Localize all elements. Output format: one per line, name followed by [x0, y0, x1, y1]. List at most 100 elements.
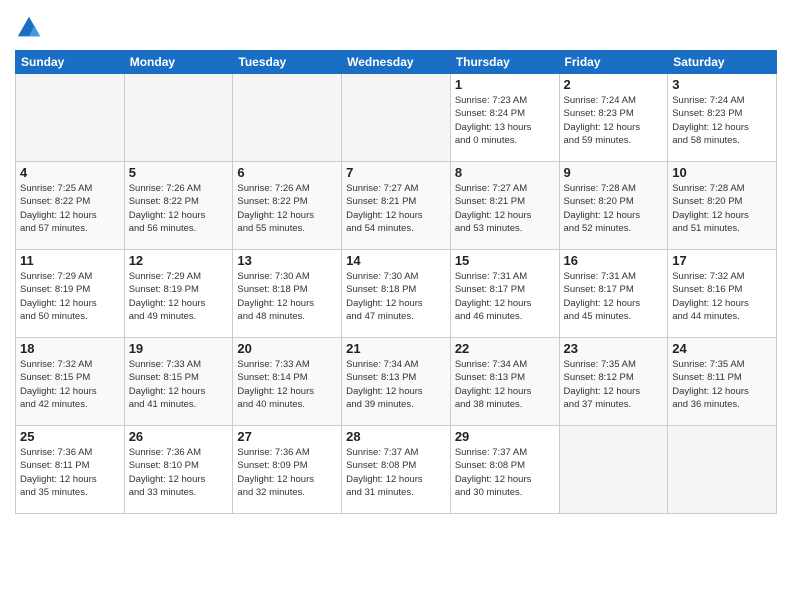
day-number: 5: [129, 165, 229, 180]
day-info: Sunrise: 7:24 AM Sunset: 8:23 PM Dayligh…: [564, 94, 664, 147]
day-info: Sunrise: 7:25 AM Sunset: 8:22 PM Dayligh…: [20, 182, 120, 235]
calendar-cell: 18 Sunrise: 7:32 AM Sunset: 8:15 PM Dayli…: [16, 338, 125, 426]
calendar-cell: 12 Sunrise: 7:29 AM Sunset: 8:19 PM Dayli…: [124, 250, 233, 338]
calendar-cell: 5 Sunrise: 7:26 AM Sunset: 8:22 PM Daylig…: [124, 162, 233, 250]
day-number: 28: [346, 429, 446, 444]
weekday-header: Wednesday: [342, 51, 451, 74]
day-number: 10: [672, 165, 772, 180]
calendar-week-row: 4 Sunrise: 7:25 AM Sunset: 8:22 PM Daylig…: [16, 162, 777, 250]
day-info: Sunrise: 7:26 AM Sunset: 8:22 PM Dayligh…: [237, 182, 337, 235]
day-info: Sunrise: 7:37 AM Sunset: 8:08 PM Dayligh…: [346, 446, 446, 499]
calendar-table: SundayMondayTuesdayWednesdayThursdayFrid…: [15, 50, 777, 514]
calendar-cell: 22 Sunrise: 7:34 AM Sunset: 8:13 PM Dayli…: [450, 338, 559, 426]
day-number: 14: [346, 253, 446, 268]
day-number: 19: [129, 341, 229, 356]
day-info: Sunrise: 7:29 AM Sunset: 8:19 PM Dayligh…: [20, 270, 120, 323]
calendar-cell: 13Sunrise: 7:30 AM Sunset: 8:18 PM Dayli…: [233, 250, 342, 338]
calendar-cell: [233, 74, 342, 162]
calendar-cell: 14Sunrise: 7:30 AM Sunset: 8:18 PM Dayli…: [342, 250, 451, 338]
calendar-week-row: 1 Sunrise: 7:23 AM Sunset: 8:24 PM Daylig…: [16, 74, 777, 162]
weekday-header: Thursday: [450, 51, 559, 74]
day-number: 18: [20, 341, 120, 356]
calendar-cell: 19 Sunrise: 7:33 AM Sunset: 8:15 PM Dayli…: [124, 338, 233, 426]
calendar-cell: 8 Sunrise: 7:27 AM Sunset: 8:21 PM Daylig…: [450, 162, 559, 250]
calendar-cell: [559, 426, 668, 514]
day-info: Sunrise: 7:27 AM Sunset: 8:21 PM Dayligh…: [346, 182, 446, 235]
calendar-cell: 20 Sunrise: 7:33 AM Sunset: 8:14 PM Dayli…: [233, 338, 342, 426]
day-number: 3: [672, 77, 772, 92]
header: [15, 10, 777, 42]
day-number: 27: [237, 429, 337, 444]
day-info: Sunrise: 7:32 AM Sunset: 8:16 PM Dayligh…: [672, 270, 772, 323]
calendar-cell: 7 Sunrise: 7:27 AM Sunset: 8:21 PM Daylig…: [342, 162, 451, 250]
calendar-cell: [124, 74, 233, 162]
day-number: 29: [455, 429, 555, 444]
weekday-header: Monday: [124, 51, 233, 74]
weekday-header: Sunday: [16, 51, 125, 74]
calendar-cell: 24 Sunrise: 7:35 AM Sunset: 8:11 PM Dayli…: [668, 338, 777, 426]
day-info: Sunrise: 7:33 AM Sunset: 8:14 PM Dayligh…: [237, 358, 337, 411]
day-info: Sunrise: 7:36 AM Sunset: 8:10 PM Dayligh…: [129, 446, 229, 499]
day-number: 9: [564, 165, 664, 180]
weekday-header: Friday: [559, 51, 668, 74]
weekday-header-row: SundayMondayTuesdayWednesdayThursdayFrid…: [16, 51, 777, 74]
calendar-cell: 9 Sunrise: 7:28 AM Sunset: 8:20 PM Daylig…: [559, 162, 668, 250]
day-number: 23: [564, 341, 664, 356]
day-info: Sunrise: 7:30 AM Sunset: 8:18 PM Dayligh…: [237, 270, 337, 323]
day-number: 11: [20, 253, 120, 268]
day-info: Sunrise: 7:28 AM Sunset: 8:20 PM Dayligh…: [564, 182, 664, 235]
day-number: 8: [455, 165, 555, 180]
day-number: 2: [564, 77, 664, 92]
day-info: Sunrise: 7:33 AM Sunset: 8:15 PM Dayligh…: [129, 358, 229, 411]
day-info: Sunrise: 7:32 AM Sunset: 8:15 PM Dayligh…: [20, 358, 120, 411]
calendar-cell: 3 Sunrise: 7:24 AM Sunset: 8:23 PM Daylig…: [668, 74, 777, 162]
day-info: Sunrise: 7:27 AM Sunset: 8:21 PM Dayligh…: [455, 182, 555, 235]
day-number: 17: [672, 253, 772, 268]
weekday-header: Tuesday: [233, 51, 342, 74]
calendar-cell: 11 Sunrise: 7:29 AM Sunset: 8:19 PM Dayli…: [16, 250, 125, 338]
calendar-cell: 1 Sunrise: 7:23 AM Sunset: 8:24 PM Daylig…: [450, 74, 559, 162]
day-info: Sunrise: 7:24 AM Sunset: 8:23 PM Dayligh…: [672, 94, 772, 147]
day-info: Sunrise: 7:28 AM Sunset: 8:20 PM Dayligh…: [672, 182, 772, 235]
day-info: Sunrise: 7:26 AM Sunset: 8:22 PM Dayligh…: [129, 182, 229, 235]
day-info: Sunrise: 7:31 AM Sunset: 8:17 PM Dayligh…: [455, 270, 555, 323]
day-number: 4: [20, 165, 120, 180]
day-info: Sunrise: 7:36 AM Sunset: 8:09 PM Dayligh…: [237, 446, 337, 499]
day-info: Sunrise: 7:35 AM Sunset: 8:12 PM Dayligh…: [564, 358, 664, 411]
calendar-cell: 15 Sunrise: 7:31 AM Sunset: 8:17 PM Dayli…: [450, 250, 559, 338]
day-info: Sunrise: 7:34 AM Sunset: 8:13 PM Dayligh…: [346, 358, 446, 411]
calendar-cell: 29 Sunrise: 7:37 AM Sunset: 8:08 PM Dayli…: [450, 426, 559, 514]
calendar-cell: 17 Sunrise: 7:32 AM Sunset: 8:16 PM Dayli…: [668, 250, 777, 338]
day-info: Sunrise: 7:29 AM Sunset: 8:19 PM Dayligh…: [129, 270, 229, 323]
day-info: Sunrise: 7:23 AM Sunset: 8:24 PM Dayligh…: [455, 94, 555, 147]
day-number: 20: [237, 341, 337, 356]
calendar-cell: [16, 74, 125, 162]
day-number: 24: [672, 341, 772, 356]
day-number: 6: [237, 165, 337, 180]
calendar-cell: 27 Sunrise: 7:36 AM Sunset: 8:09 PM Dayli…: [233, 426, 342, 514]
calendar-cell: 4 Sunrise: 7:25 AM Sunset: 8:22 PM Daylig…: [16, 162, 125, 250]
calendar-cell: 26 Sunrise: 7:36 AM Sunset: 8:10 PM Dayli…: [124, 426, 233, 514]
calendar-cell: 2 Sunrise: 7:24 AM Sunset: 8:23 PM Daylig…: [559, 74, 668, 162]
day-number: 12: [129, 253, 229, 268]
day-number: 26: [129, 429, 229, 444]
day-info: Sunrise: 7:35 AM Sunset: 8:11 PM Dayligh…: [672, 358, 772, 411]
calendar-cell: 23 Sunrise: 7:35 AM Sunset: 8:12 PM Dayli…: [559, 338, 668, 426]
page: SundayMondayTuesdayWednesdayThursdayFrid…: [0, 0, 792, 612]
day-info: Sunrise: 7:31 AM Sunset: 8:17 PM Dayligh…: [564, 270, 664, 323]
calendar-cell: 21 Sunrise: 7:34 AM Sunset: 8:13 PM Dayli…: [342, 338, 451, 426]
calendar-week-row: 25Sunrise: 7:36 AM Sunset: 8:11 PM Dayli…: [16, 426, 777, 514]
calendar-week-row: 11 Sunrise: 7:29 AM Sunset: 8:19 PM Dayli…: [16, 250, 777, 338]
calendar-cell: [668, 426, 777, 514]
day-number: 1: [455, 77, 555, 92]
day-info: Sunrise: 7:37 AM Sunset: 8:08 PM Dayligh…: [455, 446, 555, 499]
calendar-cell: [342, 74, 451, 162]
calendar-week-row: 18 Sunrise: 7:32 AM Sunset: 8:15 PM Dayli…: [16, 338, 777, 426]
day-info: Sunrise: 7:34 AM Sunset: 8:13 PM Dayligh…: [455, 358, 555, 411]
day-number: 21: [346, 341, 446, 356]
day-number: 15: [455, 253, 555, 268]
day-info: Sunrise: 7:36 AM Sunset: 8:11 PM Dayligh…: [20, 446, 120, 499]
day-number: 7: [346, 165, 446, 180]
day-number: 22: [455, 341, 555, 356]
calendar-cell: 10 Sunrise: 7:28 AM Sunset: 8:20 PM Dayli…: [668, 162, 777, 250]
